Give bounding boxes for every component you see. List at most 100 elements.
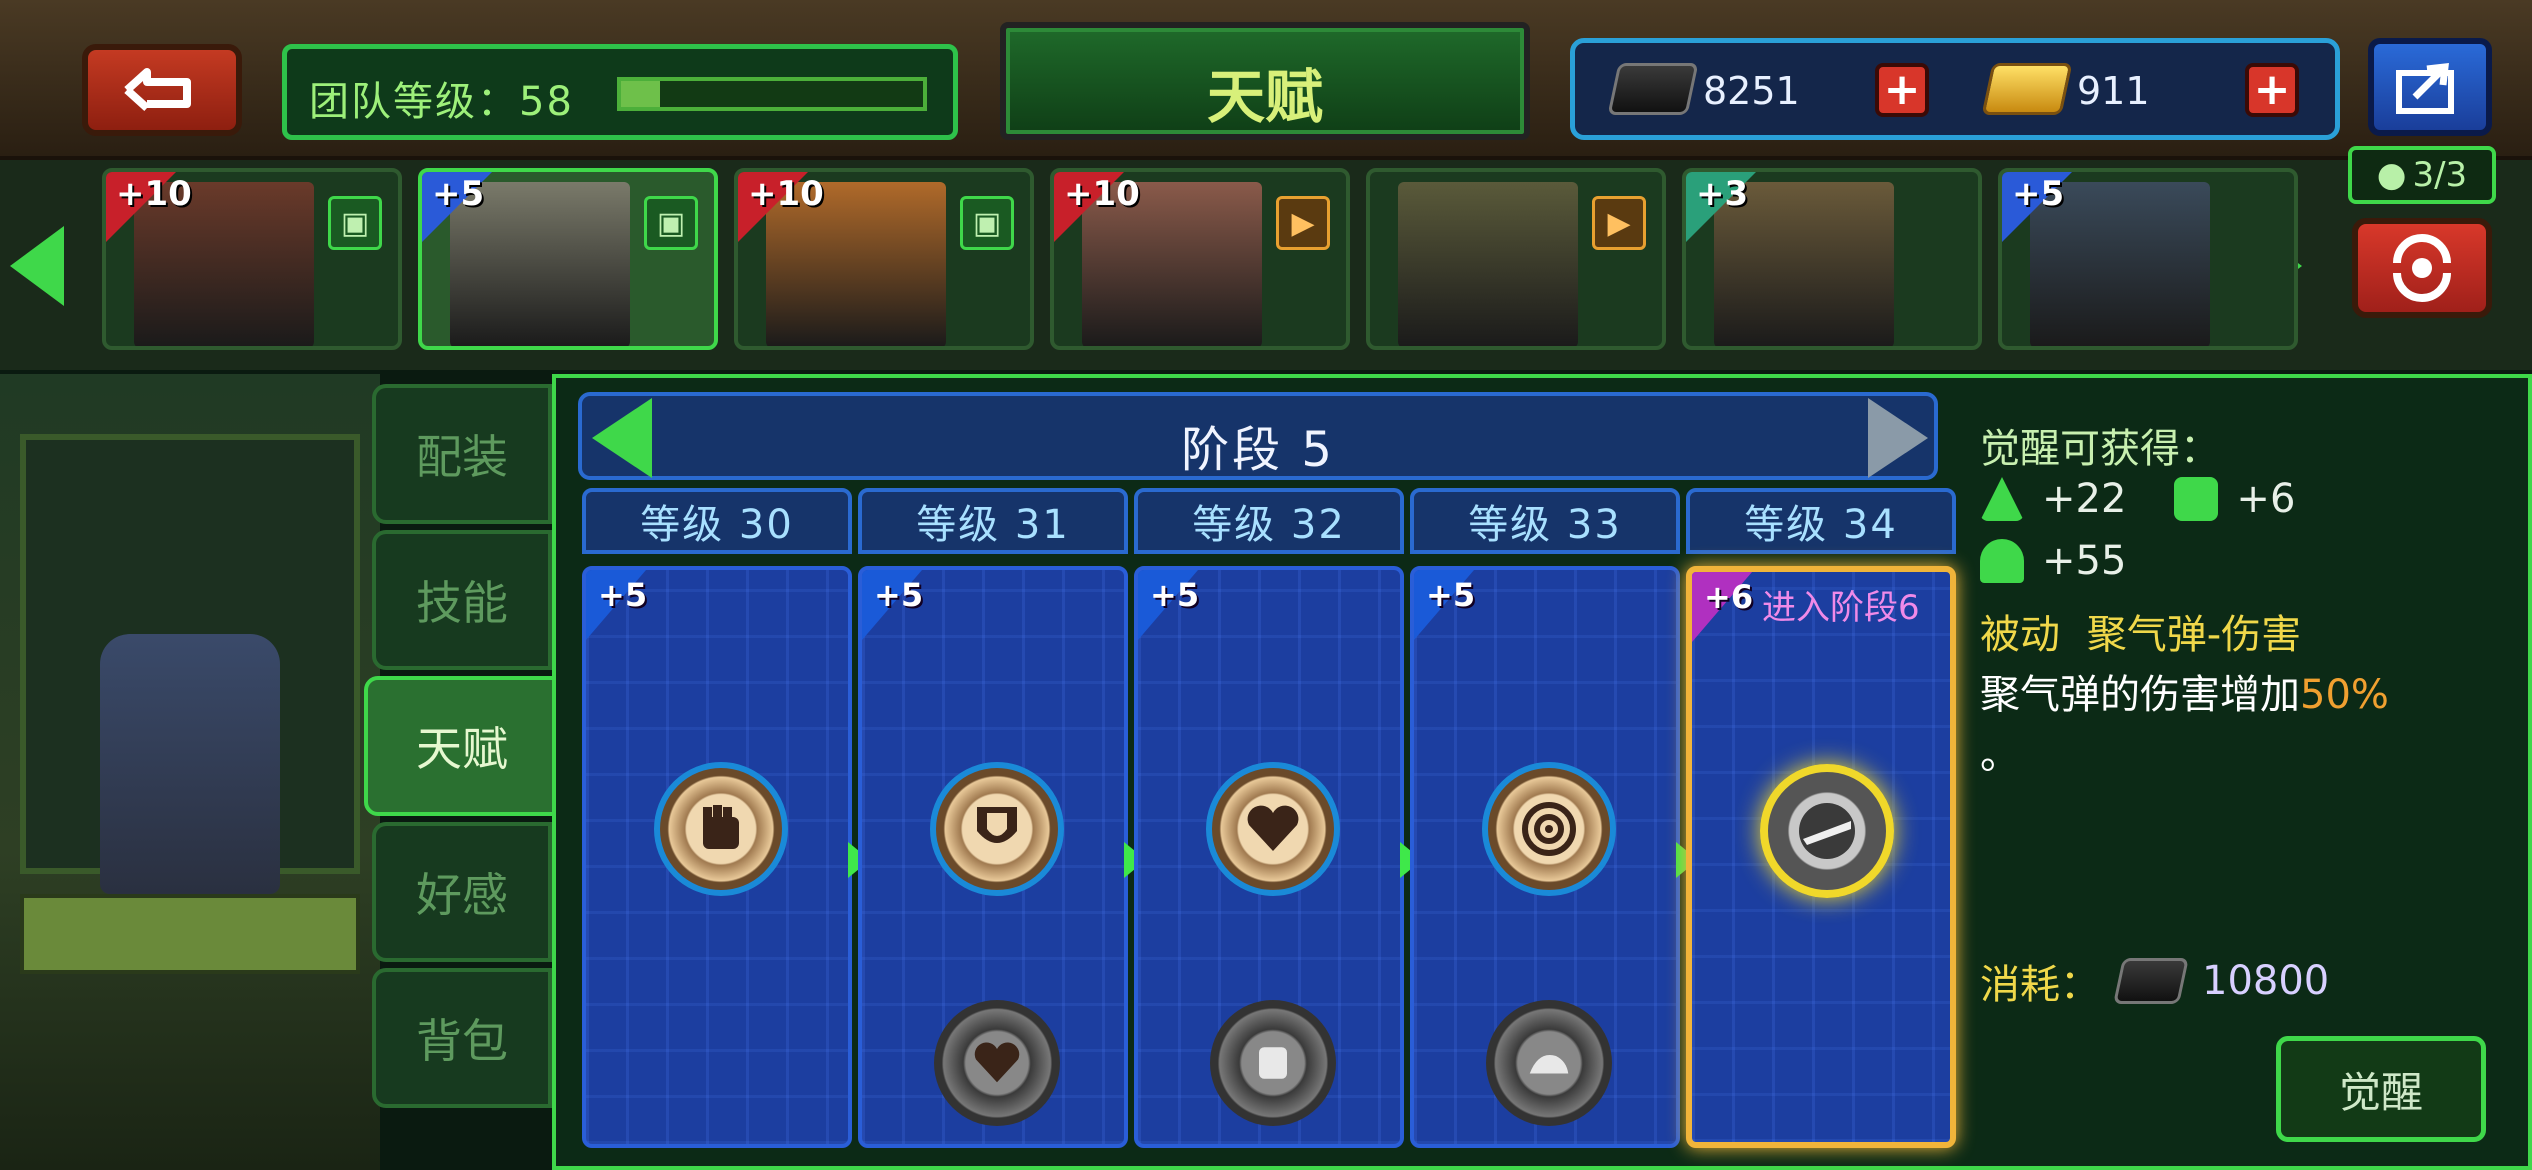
cost-value: 10800 xyxy=(2202,958,2330,1004)
hero-bonus-text: +5 xyxy=(2012,174,2065,214)
assault-role-icon: ▶ xyxy=(1276,196,1330,250)
stat-row-1: +22 +6 xyxy=(1980,476,2295,522)
return-arrow-icon xyxy=(124,68,191,111)
level-label: 等级 31 xyxy=(858,488,1128,554)
locked-talent-node[interactable] xyxy=(1210,1000,1336,1126)
team-level-panel: 团队等级：58 xyxy=(282,44,958,140)
heart-icon xyxy=(1247,805,1299,851)
passive-desc-end: 。 xyxy=(1980,732,2020,778)
awaken-button[interactable]: 觉醒 xyxy=(2276,1036,2486,1142)
passive-desc-value: 50% xyxy=(2300,672,2389,718)
stage-prev-arrow-icon[interactable] xyxy=(592,398,652,478)
support-role-icon: ▣ xyxy=(328,196,382,250)
character-platform xyxy=(20,894,360,974)
tab-3[interactable]: 好感 xyxy=(372,822,552,962)
level-card[interactable]: +5 xyxy=(582,566,852,1148)
currency-panel: 8251 + 911 + xyxy=(1570,38,2340,140)
cost-row: 消耗： 10800 xyxy=(1980,952,2329,1010)
hero-bonus-text: +5 xyxy=(432,174,485,214)
character-sprite xyxy=(100,634,280,894)
health-stat-icon xyxy=(1980,539,2024,583)
tab-1[interactable]: 技能 xyxy=(372,530,552,670)
charged-shot-icon xyxy=(1799,803,1855,859)
squad-count-badge: ● 3/3 xyxy=(2348,146,2496,204)
level-card[interactable]: +5 xyxy=(1410,566,1680,1148)
target-icon xyxy=(1522,802,1576,856)
team-level-label: 团队等级：58 xyxy=(309,79,574,125)
shield-icon xyxy=(977,807,1017,843)
level-bonus-text: +5 xyxy=(598,576,648,614)
talent-node[interactable] xyxy=(1206,762,1340,896)
title-plate: 天赋 xyxy=(1000,22,1530,140)
heart-icon xyxy=(974,1042,1020,1083)
page-title: 天赋 xyxy=(1206,63,1323,131)
enter-next-stage-text: 进入阶段6 xyxy=(1762,588,1920,628)
swap-icon xyxy=(2393,234,2451,302)
add-silver-button[interactable]: + xyxy=(1875,63,1929,117)
level-label: 等级 34 xyxy=(1686,488,1956,554)
level-column[interactable]: 等级 33 +5 xyxy=(1410,488,1680,1148)
tab-2[interactable]: 天赋 xyxy=(364,676,560,816)
attack-stat-icon xyxy=(1980,477,2024,521)
talent-node[interactable] xyxy=(1760,764,1894,898)
person-icon: ● xyxy=(2376,155,2407,195)
stage-label: 阶段 5 xyxy=(1181,422,1335,478)
attack-stat-value: +22 xyxy=(2042,476,2127,522)
team-level-progress-fill xyxy=(621,81,661,107)
character-display xyxy=(0,374,380,1170)
level-bonus-text: +5 xyxy=(1150,576,1200,614)
passive-label: 被动 xyxy=(1980,612,2060,658)
hero-bonus-text: +3 xyxy=(1696,174,1749,214)
hero-card[interactable]: +3 xyxy=(1682,168,1982,350)
talent-node[interactable] xyxy=(930,762,1064,896)
hero-portrait xyxy=(1398,182,1578,346)
share-icon xyxy=(2396,63,2454,114)
support-role-icon: ▣ xyxy=(960,196,1014,250)
tab-0[interactable]: 配装 xyxy=(372,384,552,524)
fist-icon xyxy=(703,805,739,849)
add-gold-button[interactable]: + xyxy=(2245,63,2299,117)
talent-node[interactable] xyxy=(1482,762,1616,896)
level-column[interactable]: 等级 31 +5 xyxy=(858,488,1128,1148)
passive-description: 聚气弹的伤害增加50% xyxy=(1980,662,2389,720)
gold-bar-icon xyxy=(1981,63,2073,115)
share-button[interactable] xyxy=(2368,38,2492,136)
health-stat-value: +55 xyxy=(2042,538,2127,584)
back-button[interactable] xyxy=(82,44,242,136)
hero-card[interactable]: +5 ▣ xyxy=(418,168,718,350)
armor-icon xyxy=(1259,1047,1287,1079)
hero-card[interactable]: +10 ▶ xyxy=(1050,168,1350,350)
cost-label: 消耗： xyxy=(1980,962,2100,1008)
level-bonus-text: +5 xyxy=(1426,576,1476,614)
locked-talent-node[interactable] xyxy=(934,1000,1060,1126)
stage-next-arrow-icon[interactable] xyxy=(1868,398,1928,478)
silver-value: 8251 xyxy=(1703,69,1800,113)
level-card[interactable]: +6 进入阶段6 xyxy=(1686,566,1956,1148)
stage-bar: 阶段 5 xyxy=(578,392,1938,480)
level-column[interactable]: 等级 30 +5 xyxy=(582,488,852,1148)
hero-bonus-text: +10 xyxy=(116,174,192,214)
talent-node[interactable] xyxy=(654,762,788,896)
level-column[interactable]: 等级 32 +5 xyxy=(1134,488,1404,1148)
team-level-progress-bar xyxy=(617,77,927,111)
hero-card[interactable]: +10 ▣ xyxy=(734,168,1034,350)
hero-card[interactable]: ▶ xyxy=(1366,168,1666,350)
tab-4[interactable]: 背包 xyxy=(372,968,552,1108)
assault-role-icon: ▶ xyxy=(1592,196,1646,250)
level-column[interactable]: 等级 34 +6 进入阶段6 xyxy=(1686,488,1956,1148)
passive-name: 聚气弹-伤害 xyxy=(2086,612,2302,658)
support-role-icon: ▣ xyxy=(644,196,698,250)
level-card[interactable]: +5 xyxy=(1134,566,1404,1148)
locked-talent-node[interactable] xyxy=(1486,1000,1612,1126)
swap-hero-button[interactable] xyxy=(2352,218,2492,318)
muscle-icon xyxy=(1529,1055,1569,1074)
level-label: 等级 33 xyxy=(1410,488,1680,554)
hero-card[interactable]: +10 ▣ xyxy=(102,168,402,350)
hero-card[interactable]: +5 xyxy=(1998,168,2298,350)
awaken-reward-header: 觉醒可获得： xyxy=(1980,426,2220,472)
level-card[interactable]: +5 xyxy=(858,566,1128,1148)
hero-prev-arrow-icon[interactable] xyxy=(10,226,64,306)
squad-count-text: 3/3 xyxy=(2412,155,2468,195)
defense-stat-value: +6 xyxy=(2236,476,2296,522)
level-bonus-text: +5 xyxy=(874,576,924,614)
